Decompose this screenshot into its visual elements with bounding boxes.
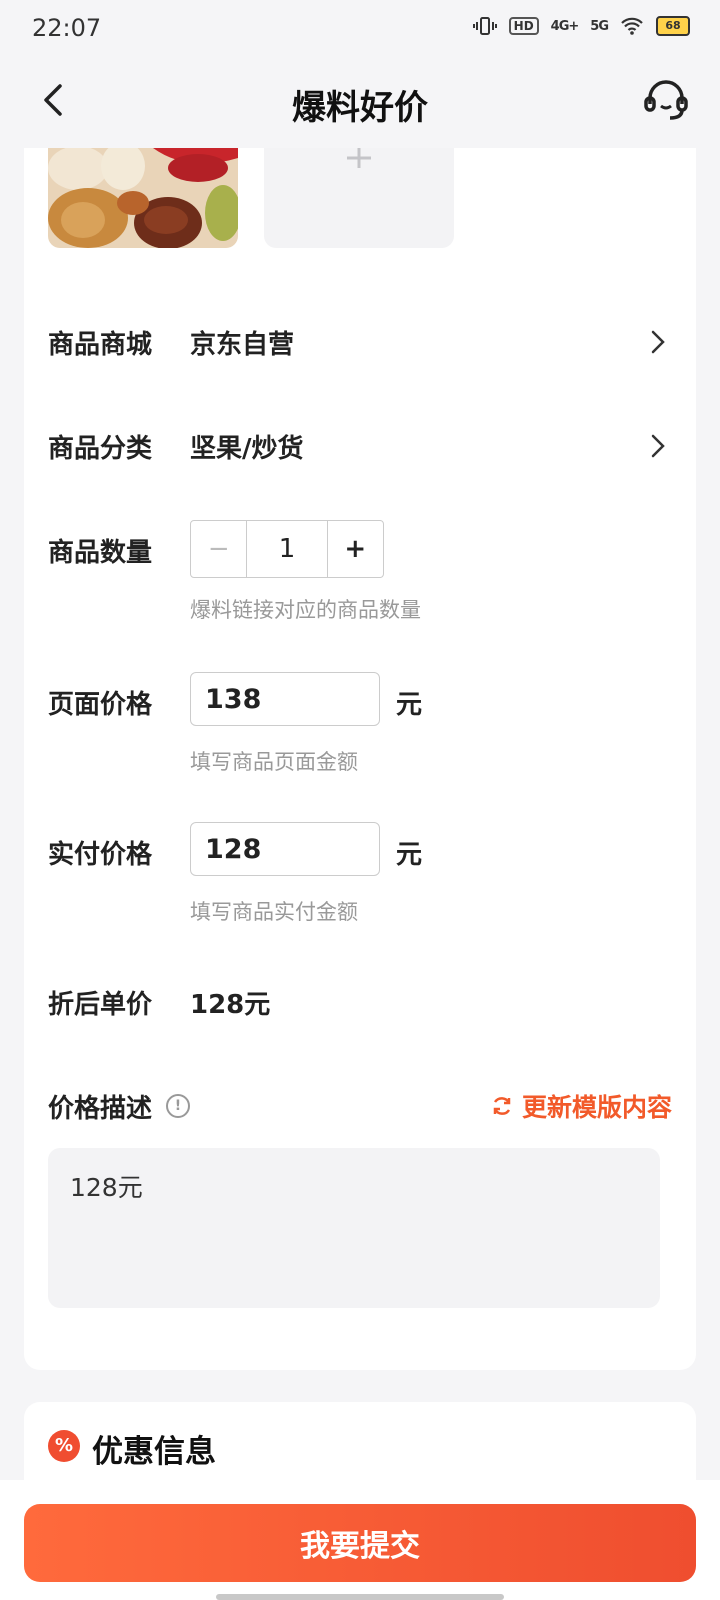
chevron-right-icon	[651, 434, 665, 458]
plus-icon	[347, 148, 371, 168]
price-desc-row: 价格描述 ! 更新模版内容	[48, 1088, 672, 1128]
paid-price-hint: 填写商品实付金额	[190, 900, 358, 924]
product-image[interactable]	[48, 148, 238, 248]
submit-button[interactable]: 我要提交	[24, 1504, 696, 1582]
quantity-row: 商品数量 − 1 + 爆料链接对应的商品数量	[48, 520, 672, 630]
bottom-bar: 我要提交	[0, 1480, 720, 1600]
customer-service-icon[interactable]	[642, 76, 690, 124]
status-icons: HD 4G+ 5G 68	[472, 16, 690, 36]
page-title: 爆料好价	[292, 88, 428, 128]
unit-price-value: 128元	[190, 990, 271, 1020]
battery-icon: 68	[656, 16, 690, 36]
home-indicator[interactable]	[216, 1594, 504, 1600]
category-value: 坚果/炒货	[190, 434, 304, 464]
category-row[interactable]: 商品分类 坚果/炒货	[48, 426, 672, 466]
paid-price-label: 实付价格	[48, 840, 153, 870]
nuts-photo	[48, 148, 238, 248]
signal-4g-icon: 4G+	[550, 18, 580, 34]
quantity-label: 商品数量	[48, 538, 153, 568]
refresh-template-button[interactable]: 更新模版内容	[490, 1088, 672, 1124]
page-price-hint: 填写商品页面金额	[190, 750, 358, 774]
refresh-template-label: 更新模版内容	[521, 1093, 672, 1122]
add-image-button[interactable]	[264, 148, 454, 248]
price-desc-label: 价格描述	[48, 1094, 153, 1124]
signal-5g-icon: 5G	[590, 18, 609, 34]
discount-title: 优惠信息	[92, 1434, 216, 1470]
refresh-icon	[493, 1097, 511, 1115]
page-price-row: 页面价格 138 元 填写商品页面金额	[48, 672, 672, 782]
mall-value: 京东自营	[190, 330, 295, 360]
unit-price-label: 折后单价	[48, 990, 153, 1020]
chevron-right-icon	[651, 330, 665, 354]
page-price-unit: 元	[396, 690, 423, 720]
mall-row[interactable]: 商品商城 京东自营	[48, 322, 672, 362]
discount-icon: %	[48, 1430, 80, 1462]
decrease-button[interactable]: −	[191, 521, 248, 577]
mall-label: 商品商城	[48, 330, 153, 360]
quantity-hint: 爆料链接对应的商品数量	[190, 598, 421, 622]
price-desc-textarea[interactable]: 128元	[48, 1148, 660, 1308]
quantity-stepper: − 1 +	[190, 520, 384, 578]
page-price-input[interactable]: 138	[190, 672, 380, 726]
info-icon[interactable]: !	[166, 1094, 190, 1118]
paid-price-unit: 元	[396, 840, 423, 870]
unit-price-row: 折后单价 128元	[48, 984, 672, 1024]
wifi-icon	[621, 17, 643, 35]
product-form-card: 商品商城 京东自营 商品分类 坚果/炒货 商品数量 − 1 + 爆料链接对应的商…	[24, 148, 696, 1370]
nav-header: 爆料好价	[0, 58, 720, 148]
increase-button[interactable]: +	[328, 521, 383, 577]
paid-price-row: 实付价格 128 元 填写商品实付金额	[48, 822, 672, 932]
status-time: 22:07	[32, 14, 102, 42]
paid-price-input[interactable]: 128	[190, 822, 380, 876]
vibrate-icon	[472, 17, 497, 35]
category-label: 商品分类	[48, 434, 153, 464]
quantity-value[interactable]: 1	[247, 521, 328, 577]
status-bar: 22:07 HD 4G+ 5G 68	[0, 0, 720, 58]
hd-badge: HD	[508, 17, 539, 35]
page-price-label: 页面价格	[48, 690, 153, 720]
